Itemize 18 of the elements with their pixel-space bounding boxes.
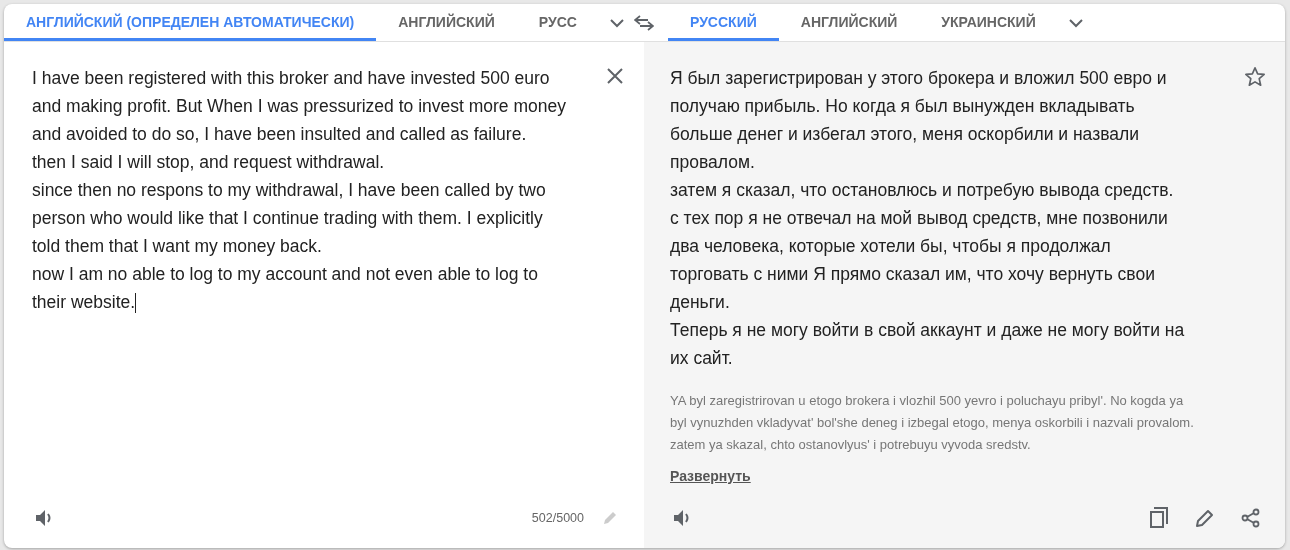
close-icon[interactable] <box>607 68 623 84</box>
language-tab[interactable]: УКРАИНСКИЙ <box>919 4 1058 41</box>
star-icon[interactable] <box>1244 66 1266 88</box>
language-tab[interactable]: АНГЛИЙСКИЙ <box>778 4 920 41</box>
copy-icon[interactable] <box>1149 507 1169 529</box>
expand-link[interactable]: Развернуть <box>670 468 751 484</box>
character-count: 502/5000 <box>531 509 584 527</box>
language-tab[interactable]: РУСС <box>516 4 599 41</box>
pencil-icon[interactable] <box>1195 508 1215 528</box>
chevron-down-icon[interactable] <box>608 17 625 28</box>
translation-text: Я был зарегистрирован у этого брокера и вложил 500 евро и получаю прибыль. Но когда я был вынужден вкладывать больше денег и избегал этого, меня оскорбили и назвали провалом. затем я сказал, что остановлюсь и потребую вывода средств. с тех пор я не отвечал на мой вывод средств, мне позвонили два человека, которые хотели бы, чтобы я продолжал торговать с ними Я прямо сказал им, что хочу вернуть свои деньги. Теперь я не могу войти в свой аккаунт и даже не могу войти на их сайт. <box>669 67 1186 370</box>
transliteration-text: YA byl zaregistrirovan u etogo brokera i vlozhil 500 yevro i poluchayu pribyl'. No kogda ya byl vynuzhden vkladyvat' bol'she deneg i izbegal etogo, menya oskorbili i nazvali provalom. zatem ya skazal, chto ostanovlyus' i potrebuyu vyvoda sredstv. <box>669 392 1195 454</box>
language-tab[interactable]: АНГЛИЙСКИЙ (ОПРЕДЕЛЕН АВТОМАТИЧЕСКИ) <box>4 4 377 41</box>
share-icon[interactable] <box>1241 508 1261 528</box>
source-text-field[interactable]: I have been registered with this broker and have invested 500 euro and making profit. But When I was pressurized to invest more money and avoided to do so, I have been insulted and called as failure. then I said I will stop, and request withdrawal. since then no respons to my withdrawal, I have been called by two person who would like that I continue trading with them. I explicitly told them that I want my money back. now I am no able to log to my account and not even able to log to their website. <box>4 42 644 488</box>
language-tab[interactable]: АНГЛИЙСКИЙ <box>376 4 517 41</box>
swap-icon[interactable] <box>634 14 654 31</box>
chevron-down-icon[interactable] <box>1067 17 1084 28</box>
